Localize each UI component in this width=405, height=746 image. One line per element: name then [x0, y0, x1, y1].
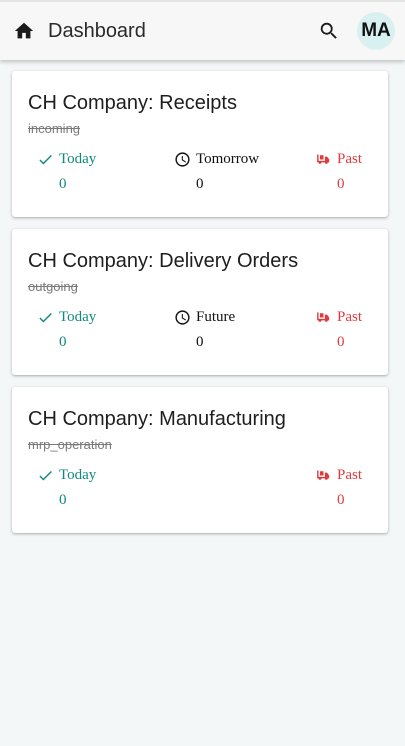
overdue-truck-icon [317, 312, 330, 322]
stat-count: 0 [59, 334, 67, 350]
search-icon[interactable] [317, 19, 341, 43]
page-title: Dashboard [48, 19, 146, 42]
check-icon [39, 470, 52, 480]
card-title: CH Company: Receipts [28, 92, 237, 114]
stat-count: 0 [196, 334, 204, 350]
stat-label: Today [59, 308, 97, 325]
card-stats: Today 0 Tomorrow 0 Past 0 [12, 149, 388, 199]
home-icon[interactable] [12, 19, 36, 43]
stat-today[interactable]: Today 0 [37, 307, 96, 352]
check-icon [39, 312, 52, 322]
stat-label: Tomorrow [196, 150, 260, 167]
clock-icon [175, 309, 190, 325]
stat-past[interactable]: Past 0 [315, 465, 362, 510]
stat-count: 0 [196, 176, 204, 192]
stat-today[interactable]: Today 0 [37, 465, 96, 510]
stat-past[interactable]: Past 0 [315, 307, 362, 352]
stat-past[interactable]: Past 0 [315, 149, 362, 194]
stat-count: 0 [336, 334, 345, 350]
stat-count: 0 [59, 176, 67, 192]
stat-label: Past [336, 308, 362, 325]
stat-label: Past [336, 466, 362, 483]
card-manufacturing[interactable]: CH Company: Manufacturing mrp_operation … [12, 387, 388, 533]
overdue-truck-icon [317, 470, 330, 480]
stat-label: Today [59, 466, 97, 483]
card-stats: Today 0 Future 0 Past 0 [12, 307, 388, 357]
stat-count: 0 [336, 492, 345, 508]
app-bar: Dashboard MA [0, 0, 405, 60]
card-subtitle: mrp_operation [28, 437, 112, 452]
clock-icon [175, 151, 190, 167]
card-subtitle: outgoing [28, 279, 78, 294]
card-delivery-orders[interactable]: CH Company: Delivery Orders outgoing Tod… [12, 229, 388, 375]
check-icon [39, 154, 52, 164]
overdue-truck-icon [317, 154, 330, 164]
stat-label: Today [59, 150, 97, 167]
stat-label: Future [196, 308, 236, 325]
card-title: CH Company: Manufacturing [28, 408, 286, 430]
stat-count: 0 [336, 176, 345, 192]
stat-today[interactable]: Today 0 [37, 149, 96, 194]
card-stats: Today 0 Past 0 [12, 465, 388, 515]
dashboard-cards: CH Company: Receipts incoming Today 0 To… [12, 71, 388, 545]
stat-future[interactable]: Future 0 [174, 307, 235, 352]
card-subtitle: incoming [28, 121, 81, 136]
avatar[interactable]: MA [357, 12, 395, 50]
stat-label: Past [336, 150, 362, 167]
stat-count: 0 [59, 492, 67, 508]
card-title: CH Company: Delivery Orders [28, 250, 299, 272]
stat-tomorrow[interactable]: Tomorrow 0 [174, 149, 259, 194]
card-receipts[interactable]: CH Company: Receipts incoming Today 0 To… [12, 71, 388, 217]
